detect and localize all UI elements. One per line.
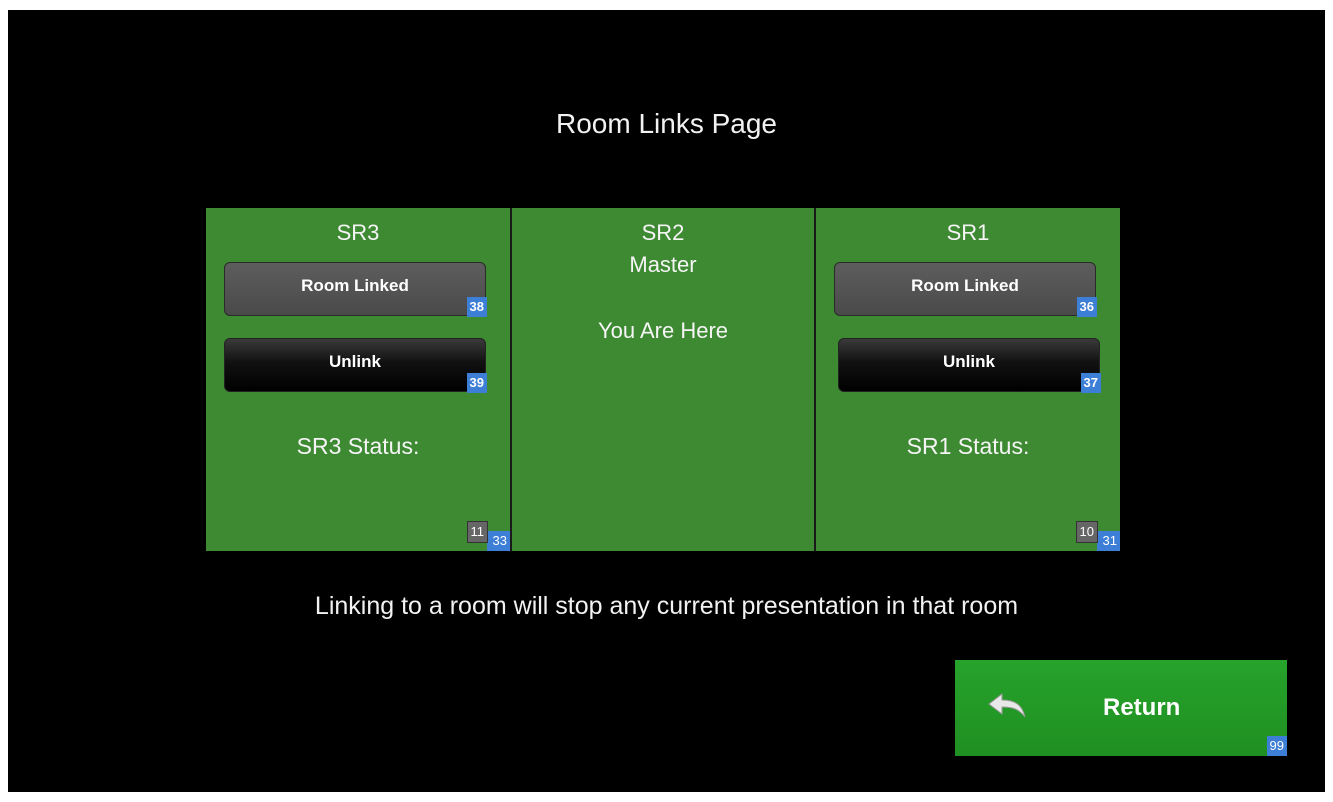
- back-arrow-icon: [988, 693, 1026, 718]
- unlink-button[interactable]: Unlink 37: [838, 338, 1101, 393]
- join-number-badge: 39: [466, 373, 487, 393]
- panel-code-badge: 31: [1096, 531, 1120, 551]
- room-linked-label: Room Linked: [301, 276, 409, 295]
- room-name: SR2: [641, 220, 685, 245]
- room-status-label: SR3 Status:: [296, 433, 420, 459]
- room-linked-label: Room Linked: [911, 276, 1019, 295]
- room-name: SR3: [336, 220, 380, 245]
- unlink-label: Unlink: [943, 352, 995, 371]
- join-number-badge: 36: [1076, 297, 1097, 317]
- room-status-label: SR1 Status:: [906, 433, 1030, 459]
- room-panel-sr2: SR2 Master You Are Here: [512, 208, 814, 551]
- unlink-button[interactable]: Unlink 39: [224, 338, 487, 393]
- room-panels: SR3 Room Linked 38 Unlink 39 SR3 Status:…: [206, 208, 1120, 551]
- page-title: Room Links Page: [555, 108, 777, 139]
- join-number-badge: 37: [1080, 373, 1101, 393]
- panel-code-badge: 33: [486, 531, 510, 551]
- room-linked-button[interactable]: Room Linked 38: [224, 262, 487, 317]
- return-label: Return: [1103, 694, 1181, 721]
- join-number-badge: 99: [1266, 736, 1287, 756]
- status-code-badge: 11: [466, 521, 488, 543]
- link-warning-text: Linking to a room will stop any current …: [314, 592, 1019, 620]
- join-number-badge: 38: [466, 297, 487, 317]
- room-panel-sr1: SR1 Room Linked 36 Unlink 37 SR1 Status:…: [816, 208, 1120, 551]
- you-are-here-label: You Are Here: [597, 318, 729, 343]
- room-panel-sr3: SR3 Room Linked 38 Unlink 39 SR3 Status:…: [206, 208, 510, 551]
- room-name: SR1: [946, 220, 990, 245]
- room-linked-button[interactable]: Room Linked 36: [834, 262, 1097, 317]
- unlink-label: Unlink: [329, 352, 381, 371]
- room-role: Master: [629, 252, 697, 277]
- status-code-badge: 10: [1075, 521, 1098, 543]
- return-button[interactable]: Return 99: [955, 660, 1287, 756]
